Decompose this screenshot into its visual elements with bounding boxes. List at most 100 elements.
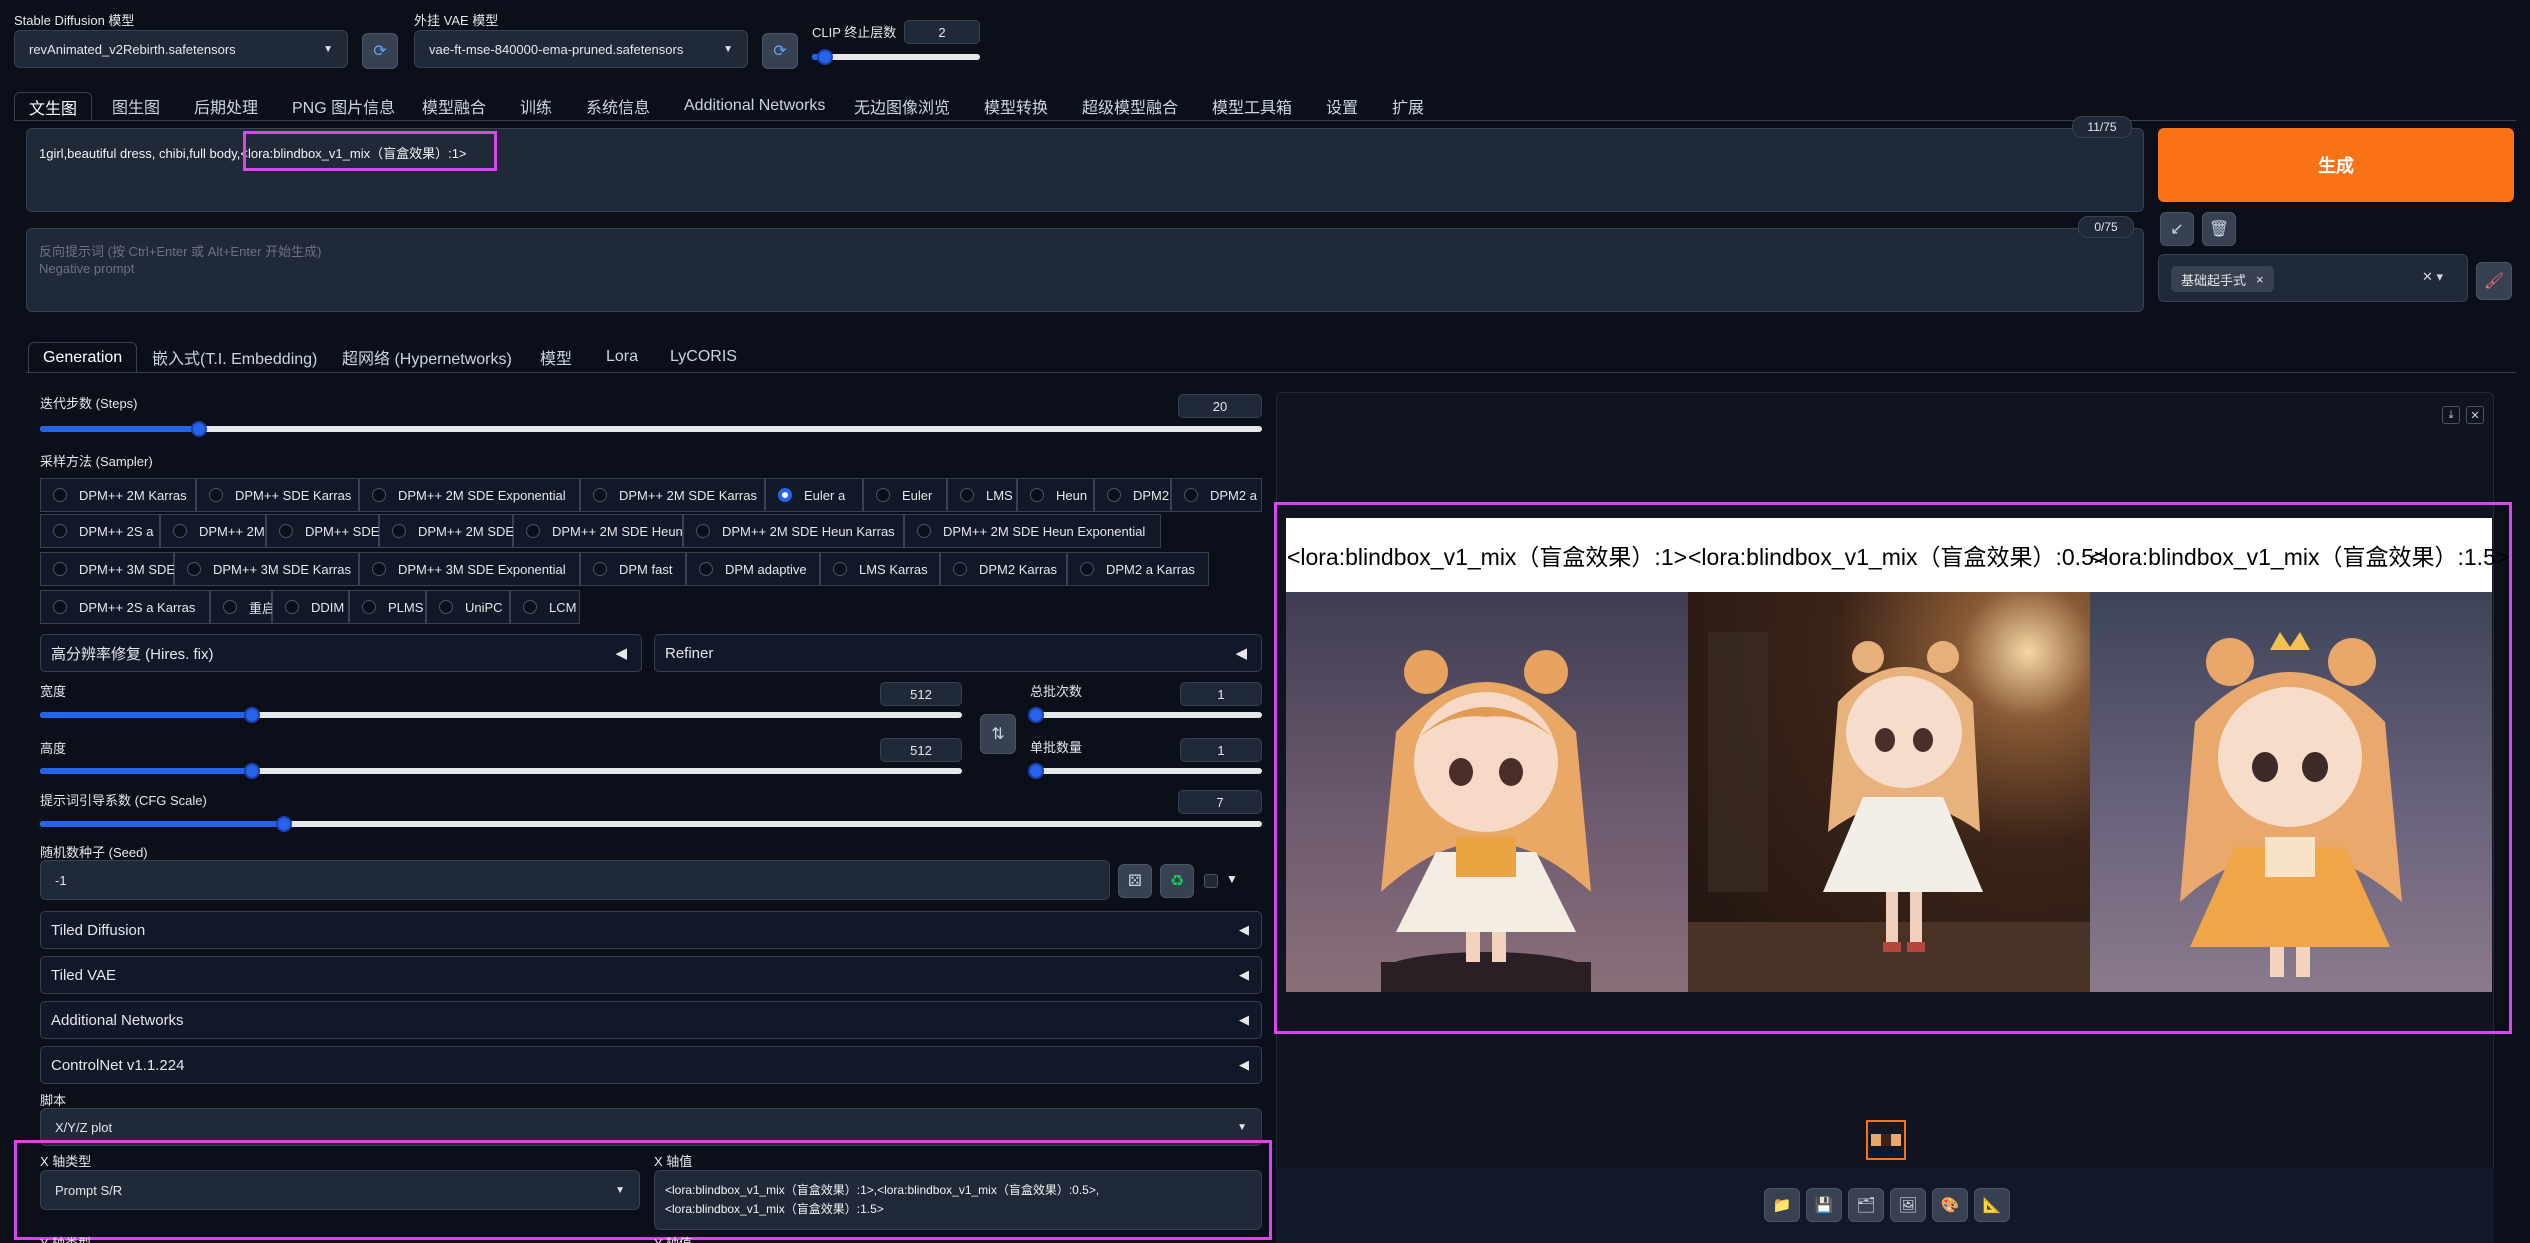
width-slider[interactable] bbox=[40, 707, 962, 723]
tab-merge[interactable]: 模型融合 bbox=[422, 92, 486, 120]
batch-size-slider[interactable] bbox=[1028, 763, 1262, 779]
sampler-option[interactable]: DPM adaptive bbox=[686, 552, 820, 586]
swap-dimensions-button[interactable]: ⇅ bbox=[980, 714, 1016, 754]
send-to-extras-button[interactable]: 📐 bbox=[1974, 1188, 2010, 1222]
cfg-value[interactable]: 7 bbox=[1178, 790, 1262, 814]
sampler-option[interactable]: DPM++ 3M SDE Exponential bbox=[359, 552, 580, 586]
reuse-seed-button[interactable]: ♻ bbox=[1160, 864, 1194, 898]
sampler-option[interactable]: DPM++ 2M bbox=[160, 514, 266, 548]
subtab-lora[interactable]: Lora bbox=[606, 342, 638, 372]
sampler-option[interactable]: LMS Karras bbox=[820, 552, 940, 586]
width-value[interactable]: 512 bbox=[880, 682, 962, 706]
sampler-option[interactable]: DPM++ SDE bbox=[266, 514, 379, 548]
tab-additional-networks[interactable]: Additional Networks bbox=[684, 92, 825, 120]
sampler-option-label: Euler bbox=[902, 487, 933, 503]
download-icon[interactable]: ⤓ bbox=[2442, 406, 2460, 424]
tab-extras[interactable]: 后期处理 bbox=[194, 92, 258, 120]
cfg-slider[interactable] bbox=[40, 816, 1262, 832]
refresh-model-button[interactable]: ⟳ bbox=[362, 33, 398, 69]
tab-extensions[interactable]: 扩展 bbox=[1392, 92, 1424, 120]
style-tag[interactable]: 基础起手式 × bbox=[2171, 266, 2274, 292]
model-select[interactable]: revAnimated_v2Rebirth.safetensors ▼ bbox=[14, 30, 348, 68]
send-to-img2img-button[interactable]: 🖼 bbox=[1890, 1188, 1926, 1222]
tab-img2img[interactable]: 图生图 bbox=[112, 92, 160, 120]
close-icon[interactable]: × bbox=[2256, 272, 2264, 287]
sampler-option[interactable]: DPM++ 3M SDE bbox=[40, 552, 175, 586]
sampler-option[interactable]: Heun bbox=[1017, 478, 1094, 512]
tab-model-convert[interactable]: 模型转换 bbox=[984, 92, 1048, 120]
batch-count-slider[interactable] bbox=[1028, 707, 1262, 723]
sampler-option[interactable]: DPM++ 2M SDE bbox=[379, 514, 514, 548]
styles-select[interactable]: 基础起手式 × ✕ ▾ bbox=[2158, 254, 2468, 302]
subtab-lycoris[interactable]: LyCORIS bbox=[670, 342, 737, 372]
open-folder-button[interactable]: 📁 bbox=[1764, 1188, 1800, 1222]
extra-seed-checkbox[interactable] bbox=[1204, 874, 1218, 888]
sampler-option[interactable]: DPM++ 2M SDE Heun Exponential bbox=[904, 514, 1161, 548]
tab-png-info[interactable]: PNG 图片信息 bbox=[292, 92, 395, 120]
sampler-option[interactable]: DPM++ 2M SDE Heun Karras bbox=[683, 514, 904, 548]
accordion-additional-networks[interactable]: Additional Networks ◀ bbox=[40, 1001, 1262, 1039]
subtab-models[interactable]: 模型 bbox=[540, 342, 572, 372]
random-seed-button[interactable]: ⚄ bbox=[1118, 864, 1152, 898]
close-icon[interactable]: ✕ bbox=[2466, 406, 2484, 424]
sampler-option[interactable]: DPM fast bbox=[580, 552, 686, 586]
sampler-option[interactable]: PLMS bbox=[349, 590, 426, 624]
negative-prompt-textarea[interactable]: 反向提示词 (按 Ctrl+Enter 或 Alt+Enter 开始生成) Ne… bbox=[26, 228, 2144, 312]
subtab-embedding[interactable]: 嵌入式(T.I. Embedding) bbox=[152, 342, 317, 372]
seed-input[interactable]: -1 bbox=[40, 860, 1110, 900]
height-value[interactable]: 512 bbox=[880, 738, 962, 762]
clip-slider[interactable] bbox=[812, 49, 980, 65]
vae-select[interactable]: vae-ft-mse-840000-ema-pruned.safetensors… bbox=[414, 30, 748, 68]
sampler-option[interactable]: DPM++ 2M SDE Exponential bbox=[359, 478, 580, 512]
sampler-option[interactable]: DPM2 a Karras bbox=[1067, 552, 1209, 586]
batch-count-value[interactable]: 1 bbox=[1180, 682, 1262, 706]
sampler-option[interactable]: DPM++ 2M SDE Karras bbox=[580, 478, 765, 512]
output-thumbnail[interactable] bbox=[1866, 1120, 1906, 1160]
clip-value[interactable]: 2 bbox=[904, 20, 980, 44]
steps-value[interactable]: 20 bbox=[1178, 394, 1262, 418]
subtab-hypernetworks[interactable]: 超网络 (Hypernetworks) bbox=[342, 342, 512, 372]
send-to-inpaint-button[interactable]: 🎨 bbox=[1932, 1188, 1968, 1222]
sampler-option[interactable]: Euler a bbox=[765, 478, 863, 512]
read-params-button[interactable]: ↙ bbox=[2160, 212, 2194, 246]
sampler-option[interactable]: DDIM bbox=[272, 590, 349, 624]
sampler-option[interactable]: DPM2 bbox=[1094, 478, 1171, 512]
sampler-option[interactable]: 重启 bbox=[210, 590, 275, 624]
subtab-generation[interactable]: Generation bbox=[28, 342, 138, 372]
accordion-controlnet[interactable]: ControlNet v1.1.224 ◀ bbox=[40, 1046, 1262, 1084]
tab-system-info[interactable]: 系统信息 bbox=[586, 92, 650, 120]
refiner-accordion[interactable]: Refiner ◀ bbox=[654, 634, 1262, 672]
height-slider[interactable] bbox=[40, 763, 962, 779]
accordion-tiled-diffusion[interactable]: Tiled Diffusion ◀ bbox=[40, 911, 1262, 949]
sampler-option[interactable]: DPM++ SDE Karras bbox=[196, 478, 359, 512]
sampler-option[interactable]: DPM++ 2M SDE Heun bbox=[513, 514, 683, 548]
sampler-option[interactable]: DPM2 Karras bbox=[940, 552, 1067, 586]
sampler-option[interactable]: Euler bbox=[863, 478, 947, 512]
tab-train[interactable]: 训练 bbox=[520, 92, 552, 120]
tab-infinite-browser[interactable]: 无边图像浏览 bbox=[854, 92, 950, 120]
clear-prompt-button[interactable]: 🗑 bbox=[2202, 212, 2236, 246]
batch-size-value[interactable]: 1 bbox=[1180, 738, 1262, 762]
edit-styles-button[interactable]: 🖌 bbox=[2476, 262, 2512, 300]
refresh-vae-button[interactable]: ⟳ bbox=[762, 33, 798, 69]
steps-slider[interactable] bbox=[40, 421, 1262, 437]
tab-model-toolkit[interactable]: 模型工具箱 bbox=[1212, 92, 1292, 120]
sampler-option[interactable]: UniPC bbox=[426, 590, 510, 624]
generate-button[interactable]: 生成 bbox=[2158, 128, 2514, 202]
sampler-option[interactable]: DPM2 a bbox=[1171, 478, 1262, 512]
save-button[interactable]: 💾 bbox=[1806, 1188, 1842, 1222]
zip-button[interactable]: 🗂 bbox=[1848, 1188, 1884, 1222]
tab-super-merge[interactable]: 超级模型融合 bbox=[1082, 92, 1178, 120]
tab-settings[interactable]: 设置 bbox=[1326, 92, 1358, 120]
sampler-option[interactable]: LCM bbox=[510, 590, 580, 624]
sampler-option[interactable]: DPM++ 2M Karras bbox=[40, 478, 196, 512]
triangle-down-icon[interactable]: ▼ bbox=[1226, 872, 1238, 886]
clear-styles-icon[interactable]: ✕ ▾ bbox=[2422, 269, 2443, 285]
hires-fix-accordion[interactable]: 高分辨率修复 (Hires. fix) ◀ bbox=[40, 634, 642, 672]
sampler-option[interactable]: DPM++ 2S a bbox=[40, 514, 160, 548]
sampler-option[interactable]: DPM++ 3M SDE Karras bbox=[174, 552, 359, 586]
sampler-option[interactable]: DPM++ 2S a Karras bbox=[40, 590, 210, 624]
accordion-tiled-vae[interactable]: Tiled VAE ◀ bbox=[40, 956, 1262, 994]
sampler-option[interactable]: LMS bbox=[947, 478, 1017, 512]
tab-txt2img[interactable]: 文生图 bbox=[14, 92, 93, 120]
